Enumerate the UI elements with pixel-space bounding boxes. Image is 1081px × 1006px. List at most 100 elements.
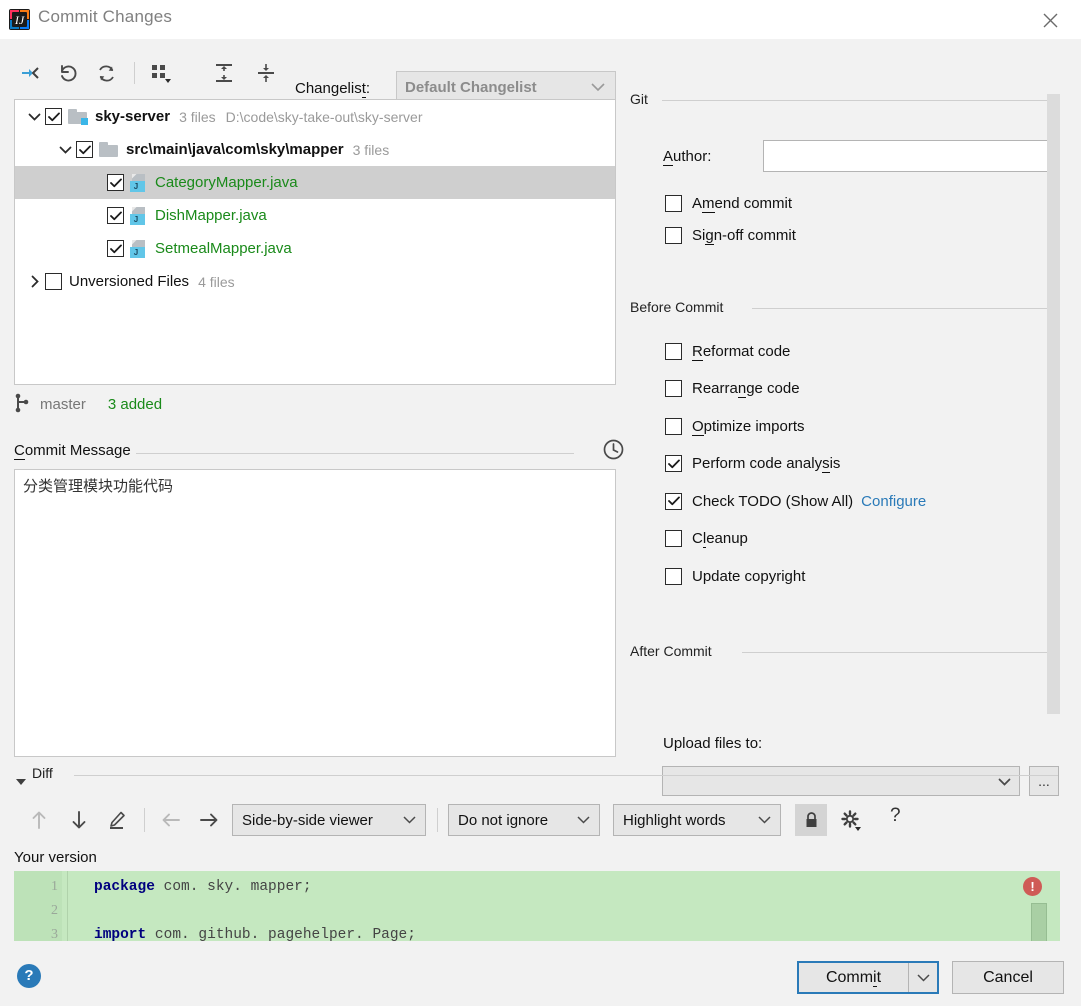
tree-row[interactable]: sky-server3 filesD:\code\sky-take-out\sk… [15, 100, 615, 133]
arrow-up-icon[interactable] [22, 803, 56, 837]
diff-pane-label: Your version [14, 849, 97, 866]
diff-line-number: 1 [14, 879, 58, 895]
checkbox-label: Update copyright [692, 568, 805, 585]
window-title: Commit Changes [38, 7, 172, 27]
arrow-down-icon[interactable] [62, 803, 96, 837]
chevron-right-icon[interactable] [23, 265, 45, 298]
highlight-mode-value: Highlight words [623, 812, 726, 829]
java-file-icon: J [130, 174, 148, 192]
checkbox-cleanup[interactable]: Cleanup [665, 527, 748, 551]
options-scrollbar-thumb[interactable] [1047, 94, 1060, 714]
viewer-mode-value: Side-by-side viewer [242, 812, 373, 829]
tree-row-name: SetmealMapper.java [155, 240, 292, 257]
checkbox-rearrange-code[interactable]: Rearrange code [665, 377, 800, 401]
commit-message-input[interactable]: 分类管理模块功能代码 [14, 469, 616, 757]
checkbox-perform-code-analysis[interactable]: Perform code analysis [665, 452, 840, 476]
checkbox-box[interactable] [665, 195, 682, 212]
options-scrollbar[interactable] [1047, 94, 1060, 757]
chevron-down-icon[interactable] [23, 100, 45, 133]
checkbox-box[interactable] [665, 380, 682, 397]
svg-text:IJ: IJ [14, 13, 25, 27]
tree-row[interactable]: JSetmealMapper.java [15, 232, 615, 265]
ignore-mode-value: Do not ignore [458, 812, 548, 829]
git-branch-icon [14, 393, 30, 416]
checkbox-box[interactable] [665, 493, 682, 510]
cancel-button[interactable]: Cancel [952, 961, 1064, 994]
tree-spacer [85, 199, 107, 232]
checkbox-check-todo-show-all-[interactable]: Check TODO (Show All)Configure [665, 489, 926, 513]
checkbox-label: Reformat code [692, 343, 790, 360]
viewer-mode-dropdown[interactable]: Side-by-side viewer [232, 804, 426, 836]
intellij-idea-icon: IJ [9, 9, 30, 30]
edit-pencil-icon[interactable] [100, 803, 134, 837]
error-badge[interactable]: ! [1023, 877, 1042, 896]
checkbox-amend-commit[interactable]: Amend commit [665, 191, 792, 215]
branch-name: master [40, 396, 86, 413]
diff-line-number: 2 [14, 903, 58, 919]
author-row: Author: [630, 139, 1060, 173]
refresh-icon[interactable] [90, 58, 122, 88]
git-section-header: Git [630, 91, 1048, 109]
tree-row[interactable]: Unversioned Files4 files [15, 265, 615, 298]
expand-all-icon[interactable] [208, 58, 240, 88]
tree-row-checkbox[interactable] [107, 240, 124, 257]
chevron-down-icon[interactable] [909, 974, 937, 982]
diff-help-button[interactable]: ? [890, 805, 901, 827]
checkbox-box[interactable] [665, 455, 682, 472]
tree-row-checkbox[interactable] [107, 207, 124, 224]
checkbox-box[interactable] [665, 343, 682, 360]
checkbox-optimize-imports[interactable]: Optimize imports [665, 414, 805, 438]
collapse-all-icon[interactable] [250, 58, 282, 88]
tree-row-checkbox[interactable] [45, 273, 62, 290]
clock-history-icon[interactable] [602, 438, 626, 462]
checkbox-update-copyright[interactable]: Update copyright [665, 564, 805, 588]
checkbox-box[interactable] [665, 568, 682, 585]
tree-row[interactable]: JCategoryMapper.java [15, 166, 615, 199]
commit-options-panel: GitAuthor:Amend commitSign-off commitBef… [630, 91, 1062, 756]
triangle-down-icon[interactable] [16, 773, 27, 789]
checkbox-sign-off-commit[interactable]: Sign-off commit [665, 223, 796, 247]
close-icon[interactable] [1029, 5, 1071, 35]
commit-button[interactable]: Commit [797, 961, 939, 994]
tree-row-checkbox[interactable] [45, 108, 62, 125]
arrow-left-icon[interactable] [154, 803, 188, 837]
arrow-right-icon[interactable] [192, 803, 226, 837]
tree-spacer [85, 232, 107, 265]
checkbox-label: Amend commit [692, 195, 792, 212]
diff-section-header[interactable]: Diff [12, 767, 1058, 787]
tree-row-checkbox[interactable] [76, 141, 93, 158]
ignore-mode-dropdown[interactable]: Do not ignore [448, 804, 600, 836]
tree-row[interactable]: src\main\java\com\sky\mapper3 files [15, 133, 615, 166]
tree-row-name: src\main\java\com\sky\mapper [126, 141, 344, 158]
author-input[interactable] [763, 140, 1056, 172]
checkbox-box[interactable] [665, 530, 682, 547]
group-by-icon[interactable] [146, 58, 178, 88]
checkbox-box[interactable] [665, 418, 682, 435]
gear-icon[interactable] [834, 803, 868, 837]
checkbox-reformat-code[interactable]: Reformat code [665, 339, 790, 363]
changed-files-tree[interactable]: sky-server3 filesD:\code\sky-take-out\sk… [14, 99, 616, 385]
commit-message-label: Commit Message [14, 442, 139, 459]
tree-row-path: D:\code\sky-take-out\sky-server [226, 109, 423, 125]
checkbox-label: Cleanup [692, 530, 748, 547]
chevron-down-icon[interactable] [54, 133, 76, 166]
collapse-arrows-icon[interactable] [14, 58, 46, 88]
chevron-down-icon [403, 816, 416, 824]
configure-link[interactable]: Configure [861, 493, 926, 510]
changes-toolbar: Changelist: Default Changelist [0, 53, 620, 95]
chevron-down-icon [758, 816, 771, 824]
commit-button-label: Commit [799, 969, 908, 987]
help-button[interactable]: ? [17, 964, 41, 988]
folder-icon [99, 142, 119, 158]
lock-icon[interactable] [795, 804, 827, 836]
after-commit-section-header: After Commit [630, 643, 1048, 661]
tree-row[interactable]: JDishMapper.java [15, 199, 615, 232]
tree-spacer [85, 166, 107, 199]
dialog-footer: ? Commit Cancel [0, 941, 1081, 1006]
tree-row-checkbox[interactable] [107, 174, 124, 191]
commit-message-header: Commit Message [14, 442, 614, 464]
checkbox-box[interactable] [665, 227, 682, 244]
tree-row-name: Unversioned Files [69, 273, 189, 290]
highlight-mode-dropdown[interactable]: Highlight words [613, 804, 781, 836]
revert-icon[interactable] [52, 58, 84, 88]
